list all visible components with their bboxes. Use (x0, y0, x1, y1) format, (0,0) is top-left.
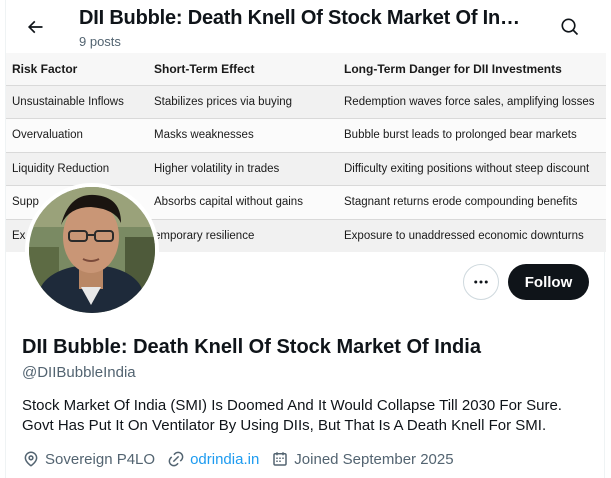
banner-cell: Masks weaknesses (148, 118, 338, 153)
calendar-icon (273, 452, 288, 466)
back-arrow-icon (27, 20, 43, 34)
banner-table-row: Overvaluation Masks weaknesses Bubble bu… (6, 118, 606, 153)
banner-cell: Difficulty exiting positions without ste… (338, 152, 606, 186)
website-link[interactable]: odrindia.in (190, 451, 259, 468)
banner-cell: Exposure to unaddressed economic downtur… (338, 219, 606, 252)
banner-cell: Stagnant returns erode compounding benef… (338, 185, 606, 220)
search-button[interactable] (553, 10, 587, 44)
banner-header-cell: Short-Term Effect (148, 53, 338, 86)
header-title: DII Bubble: Death Knell Of Stock Market … (79, 7, 520, 29)
banner-cell: Redemption waves force sales, amplifying… (338, 85, 606, 119)
banner-header-cell: Long-Term Danger for DII Investments (338, 53, 606, 86)
back-button[interactable] (18, 10, 52, 44)
banner-cell: Higher volatility in trades (148, 152, 338, 186)
banner-cell: emporary resilience (148, 219, 338, 252)
profile-meta: Sovereign P4LO odrindia.in Joined Septem… (22, 448, 466, 470)
banner-cell: Stabilizes prices via buying (148, 85, 338, 119)
banner-cell: Overvaluation (6, 118, 148, 153)
profile-handle: @DIIBubbleIndia (22, 364, 136, 381)
location-text: Sovereign P4LO (45, 450, 156, 468)
link-icon (168, 451, 184, 467)
banner-table-header: Risk Factor Short-Term Effect Long-Term … (6, 53, 606, 86)
location-icon (24, 451, 38, 467)
banner-header-cell: Risk Factor (6, 53, 148, 86)
banner-cell: Absorbs capital without gains (148, 185, 338, 220)
more-icon (474, 280, 488, 284)
post-count: 9 posts (79, 34, 121, 49)
banner-cell: Unsustainable Inflows (6, 85, 148, 119)
location-item: Sovereign P4LO (22, 450, 155, 468)
search-icon (561, 18, 579, 36)
banner-table-row: Liquidity Reduction Higher volatility in… (6, 152, 606, 186)
profile-header: DII Bubble: Death Knell Of Stock Market … (6, 0, 606, 53)
avatar-photo (29, 187, 155, 313)
website-item[interactable]: odrindia.in (167, 450, 259, 468)
profile-page: DII Bubble: Death Knell Of Stock Market … (5, 0, 606, 478)
joined-item: Joined September 2025 (271, 450, 454, 468)
banner-cell: Bubble burst leads to prolonged bear mar… (338, 118, 606, 153)
banner-table-row: Unsustainable Inflows Stabilizes prices … (6, 85, 606, 119)
avatar[interactable] (25, 183, 159, 317)
joined-text: Joined September 2025 (294, 450, 454, 468)
profile-name: DII Bubble: Death Knell Of Stock Market … (22, 336, 481, 358)
follow-button[interactable]: Follow (508, 264, 589, 300)
banner-cell: Liquidity Reduction (6, 152, 148, 186)
more-button[interactable] (463, 264, 499, 300)
profile-bio: Stock Market Of India (SMI) Is Doomed An… (22, 397, 562, 434)
